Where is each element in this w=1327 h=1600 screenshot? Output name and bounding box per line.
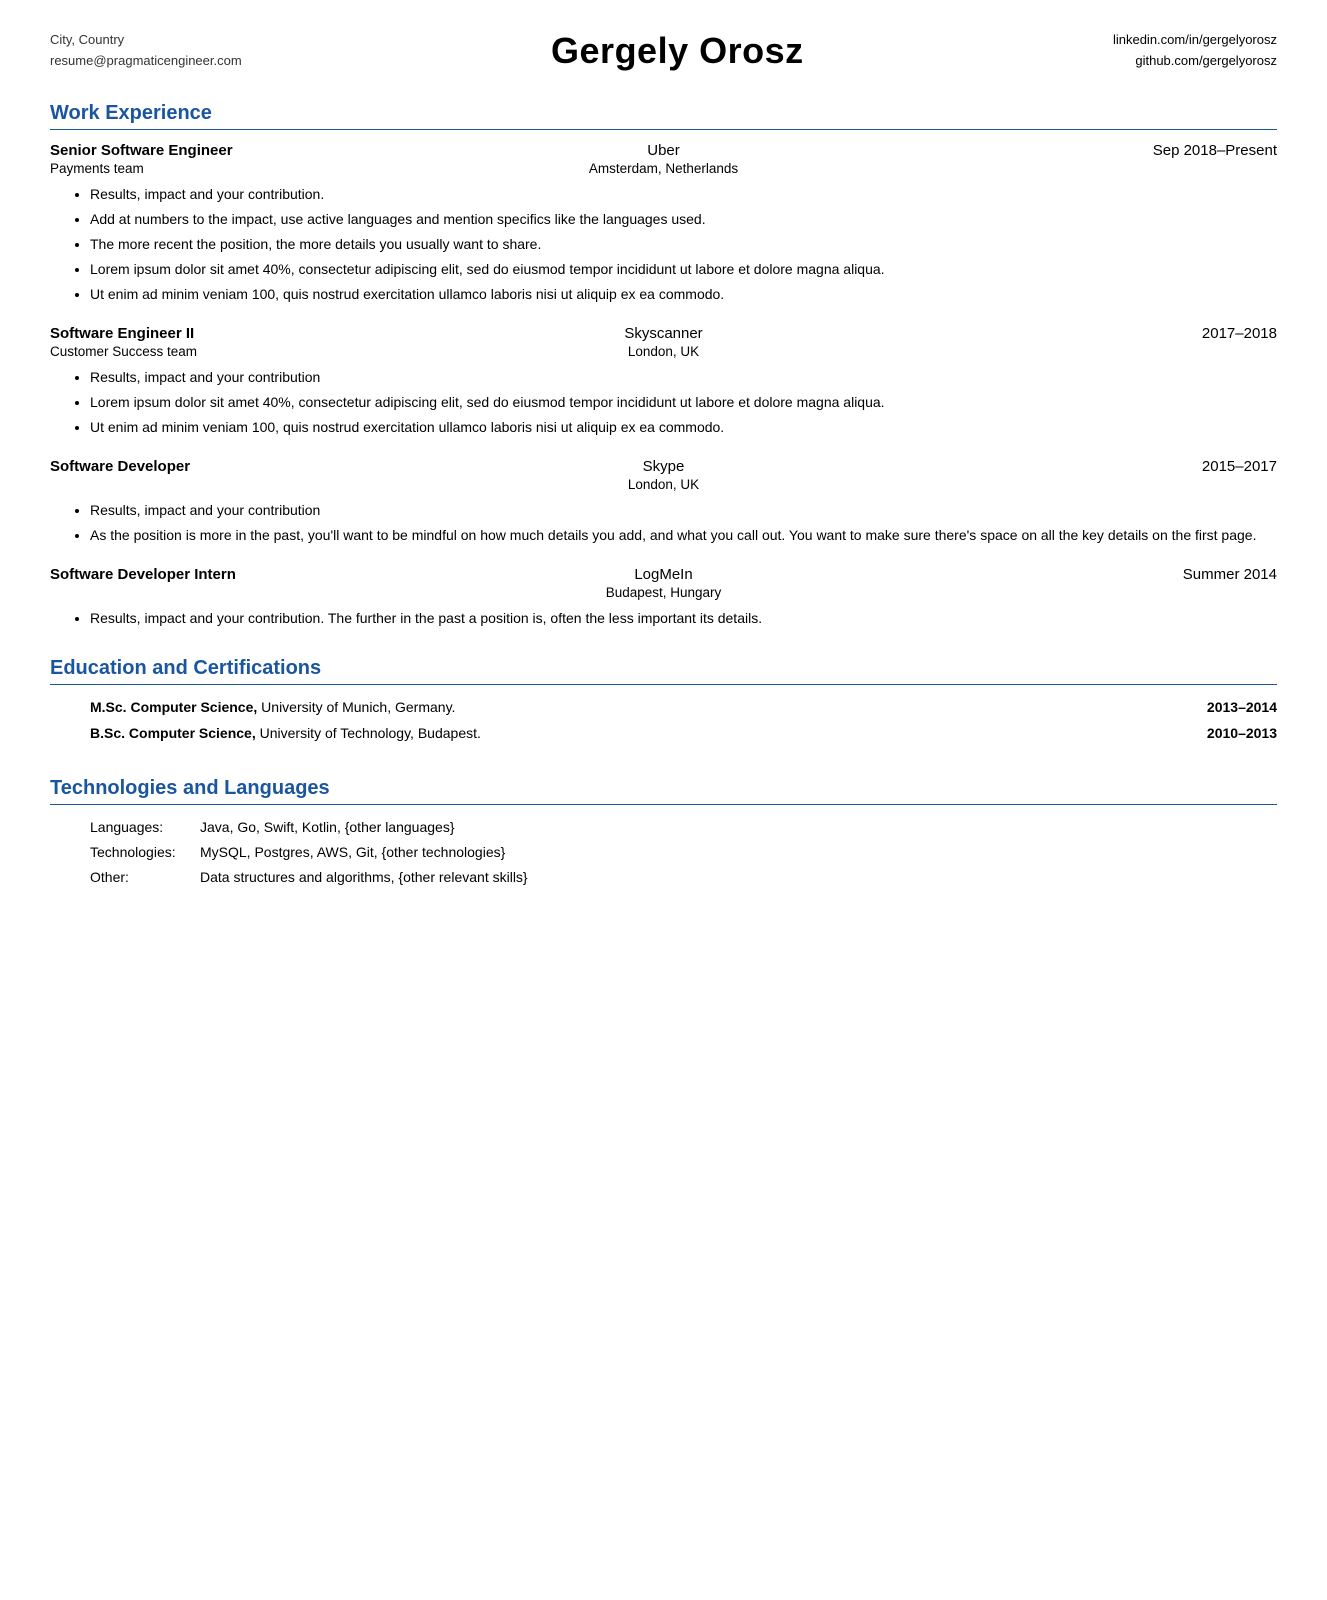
job-skype-bullets: Results, impact and your contribution As… xyxy=(90,500,1277,546)
job-logmein-bullets: Results, impact and your contribution. T… xyxy=(90,608,1277,629)
job-skyscanner-team: Customer Success team xyxy=(50,344,459,359)
education-title: Education and Certifications xyxy=(50,657,1277,680)
job-skyscanner-location: London, UK xyxy=(459,344,868,359)
technologies-section: Technologies and Languages Languages: Ja… xyxy=(50,777,1277,888)
list-item: Results, impact and your contribution xyxy=(90,500,1277,521)
job-uber-company: Uber xyxy=(459,142,868,159)
header-city: City, Country xyxy=(50,30,242,51)
edu-item-2-bold: B.Sc. Computer Science, xyxy=(90,725,256,741)
list-item: B.Sc. Computer Science, University of Te… xyxy=(90,723,1277,744)
tech-value-other: Data structures and algorithms, {other r… xyxy=(200,867,1277,888)
education-list: M.Sc. Computer Science, University of Mu… xyxy=(90,697,1277,749)
tech-value-technologies: MySQL, Postgres, AWS, Git, {other techno… xyxy=(200,842,1277,863)
list-item: Ut enim ad minim veniam 100, quis nostru… xyxy=(90,284,1277,305)
list-item: Results, impact and your contribution xyxy=(90,367,1277,388)
edu-item-2-date: 2010–2013 xyxy=(1207,723,1277,744)
job-uber-header: Senior Software Engineer Uber Sep 2018–P… xyxy=(50,142,1277,159)
job-skyscanner-title: Software Engineer II xyxy=(50,325,459,342)
job-skyscanner-sub: Customer Success team London, UK xyxy=(50,344,1277,359)
tech-label-languages: Languages: xyxy=(90,817,200,838)
edu-item-2-text: B.Sc. Computer Science, University of Te… xyxy=(90,723,1187,744)
list-item: Ut enim ad minim veniam 100, quis nostru… xyxy=(90,417,1277,438)
job-skyscanner: Software Engineer II Skyscanner 2017–201… xyxy=(50,325,1277,438)
job-uber-date: Sep 2018–Present xyxy=(868,142,1277,159)
tech-label-technologies: Technologies: xyxy=(90,842,200,863)
job-uber-location: Amsterdam, Netherlands xyxy=(459,161,868,176)
job-logmein-company: LogMeIn xyxy=(459,566,868,583)
list-item: Lorem ipsum dolor sit amet 40%, consecte… xyxy=(90,259,1277,280)
job-logmein-team xyxy=(50,585,459,600)
job-skype-location: London, UK xyxy=(459,477,868,492)
list-item: Technologies: MySQL, Postgres, AWS, Git,… xyxy=(90,842,1277,863)
job-uber-sub: Payments team Amsterdam, Netherlands xyxy=(50,161,1277,176)
list-item: M.Sc. Computer Science, University of Mu… xyxy=(90,697,1277,718)
job-uber-bullets: Results, impact and your contribution. A… xyxy=(90,184,1277,305)
technologies-divider xyxy=(50,804,1277,805)
job-skype-header: Software Developer Skype 2015–2017 xyxy=(50,458,1277,475)
header-linkedin[interactable]: linkedin.com/in/gergelyorosz xyxy=(1113,30,1277,51)
list-item: As the position is more in the past, you… xyxy=(90,525,1277,546)
work-experience-title: Work Experience xyxy=(50,102,1277,125)
job-skyscanner-company: Skyscanner xyxy=(459,325,868,342)
job-uber-team: Payments team xyxy=(50,161,459,176)
edu-item-1-bold: M.Sc. Computer Science, xyxy=(90,699,257,715)
tech-value-languages: Java, Go, Swift, Kotlin, {other language… xyxy=(200,817,1277,838)
list-item: Results, impact and your contribution. T… xyxy=(90,608,1277,629)
job-skyscanner-bullets: Results, impact and your contribution Lo… xyxy=(90,367,1277,438)
job-logmein-sub: Budapest, Hungary xyxy=(50,585,1277,600)
list-item: Lorem ipsum dolor sit amet 40%, consecte… xyxy=(90,392,1277,413)
resume-header: City, Country resume@pragmaticengineer.c… xyxy=(50,30,1277,72)
job-skype-company: Skype xyxy=(459,458,868,475)
technologies-title: Technologies and Languages xyxy=(50,777,1277,800)
list-item: Results, impact and your contribution. xyxy=(90,184,1277,205)
list-item: Languages: Java, Go, Swift, Kotlin, {oth… xyxy=(90,817,1277,838)
edu-item-1-date: 2013–2014 xyxy=(1207,697,1277,718)
work-experience-section: Work Experience Senior Software Engineer… xyxy=(50,102,1277,629)
header-links-right: linkedin.com/in/gergelyorosz github.com/… xyxy=(1113,30,1277,72)
job-skyscanner-header: Software Engineer II Skyscanner 2017–201… xyxy=(50,325,1277,342)
tech-label-other: Other: xyxy=(90,867,200,888)
technologies-list: Languages: Java, Go, Swift, Kotlin, {oth… xyxy=(90,817,1277,888)
list-item: Other: Data structures and algorithms, {… xyxy=(90,867,1277,888)
job-logmein-title: Software Developer Intern xyxy=(50,566,459,583)
job-uber-title: Senior Software Engineer xyxy=(50,142,459,159)
education-section: Education and Certifications M.Sc. Compu… xyxy=(50,657,1277,749)
list-item: Add at numbers to the impact, use active… xyxy=(90,209,1277,230)
job-uber: Senior Software Engineer Uber Sep 2018–P… xyxy=(50,142,1277,305)
job-skyscanner-date: 2017–2018 xyxy=(868,325,1277,342)
header-name-block: Gergely Orosz xyxy=(242,30,1113,72)
edu-item-1-text: M.Sc. Computer Science, University of Mu… xyxy=(90,697,1187,718)
job-skype: Software Developer Skype 2015–2017 Londo… xyxy=(50,458,1277,546)
job-logmein: Software Developer Intern LogMeIn Summer… xyxy=(50,566,1277,629)
job-skype-team xyxy=(50,477,459,492)
job-logmein-header: Software Developer Intern LogMeIn Summer… xyxy=(50,566,1277,583)
work-experience-divider xyxy=(50,129,1277,130)
list-item: The more recent the position, the more d… xyxy=(90,234,1277,255)
job-skype-date: 2015–2017 xyxy=(868,458,1277,475)
job-skype-title: Software Developer xyxy=(50,458,459,475)
header-contact-left: City, Country resume@pragmaticengineer.c… xyxy=(50,30,242,72)
job-logmein-date: Summer 2014 xyxy=(868,566,1277,583)
job-skype-sub: London, UK xyxy=(50,477,1277,492)
job-logmein-location: Budapest, Hungary xyxy=(459,585,868,600)
candidate-name: Gergely Orosz xyxy=(242,30,1113,72)
header-github[interactable]: github.com/gergelyorosz xyxy=(1113,51,1277,72)
header-email: resume@pragmaticengineer.com xyxy=(50,51,242,72)
education-divider xyxy=(50,684,1277,685)
